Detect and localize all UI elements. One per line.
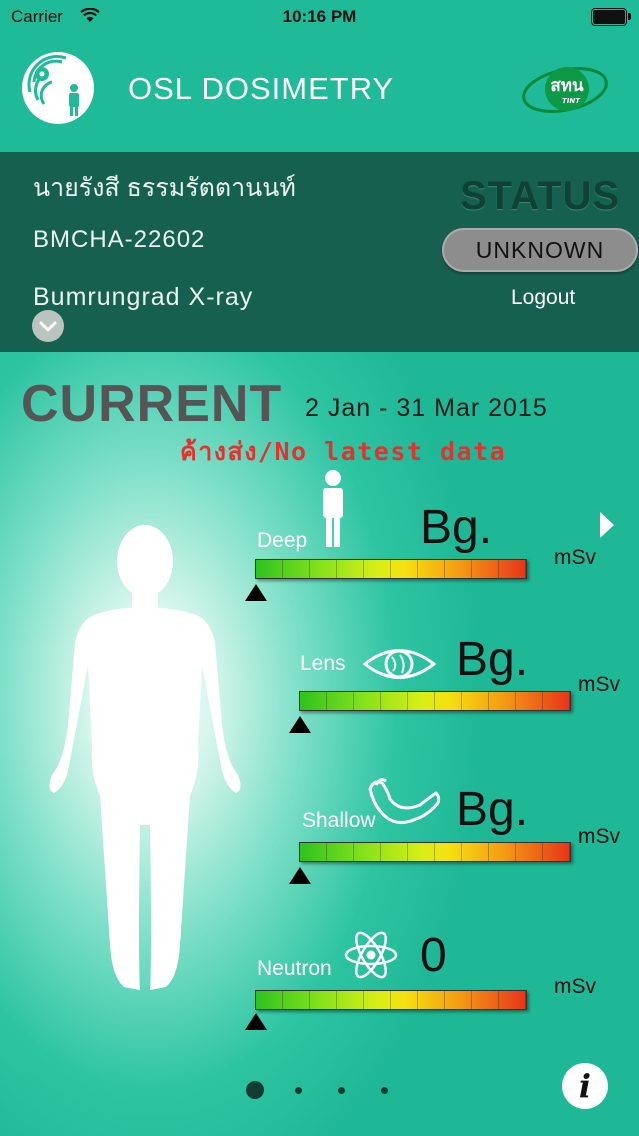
deep-pointer [245,584,267,601]
neutron-pointer [245,1013,267,1030]
page-dot-4[interactable] [381,1087,388,1094]
user-name: นายรังสี ธรรมรัตตานนท์ [33,174,296,202]
eye-icon [362,649,437,679]
shallow-unit: mSv [578,825,620,848]
expand-panel-button[interactable] [32,310,64,342]
status-label: STATUS [460,174,621,218]
logout-button[interactable]: Logout [511,286,575,310]
deep-value: Bg. [420,501,493,554]
user-organization: Bumrungrad X-ray [33,283,254,311]
svg-text:สทน: สทน [550,76,584,96]
status-bar: Carrier 10:16 PM [0,0,639,34]
next-page-arrow[interactable] [596,508,618,542]
chevron-down-icon [39,321,57,332]
user-id: BMCHA-22602 [33,226,206,253]
neutron-label: Neutron [257,957,332,980]
deep-scale-bar [255,559,527,579]
page-dot-1[interactable] [246,1081,264,1099]
atom-icon [344,931,398,979]
neutron-scale-bar [255,990,527,1010]
lens-scale-bar [299,691,571,711]
tint-logo: สทน TINT [519,53,611,123]
shallow-value: Bg. [456,783,529,836]
arm-icon [368,778,441,824]
clock: 10:16 PM [282,7,357,26]
info-button[interactable]: i [562,1063,608,1109]
lens-value: Bg. [456,633,529,686]
neutron-unit: mSv [554,975,596,998]
no-data-warning: ค้างส่ง/No latest data [180,437,507,466]
app-title: OSL DOSIMETRY [128,71,395,106]
body-silhouette [49,525,241,990]
page-indicator[interactable] [0,1078,639,1102]
app-logo [22,52,94,124]
person-icon [323,470,343,547]
battery-icon [591,8,631,26]
deep-unit: mSv [554,546,596,569]
current-label: CURRENT [21,375,283,433]
lens-pointer [289,716,311,733]
neutron-value: 0 [420,929,447,982]
date-range: 2 Jan - 31 Mar 2015 [305,394,548,422]
page-dot-2[interactable] [295,1087,302,1094]
shallow-pointer [289,867,311,884]
lens-unit: mSv [578,673,620,696]
lens-label: Lens [300,652,346,675]
deep-label: Deep [257,529,308,552]
status-badge: UNKNOWN [442,228,638,272]
shallow-scale-bar [299,842,571,862]
page-dot-3[interactable] [338,1087,345,1094]
svg-text:TINT: TINT [562,97,581,105]
